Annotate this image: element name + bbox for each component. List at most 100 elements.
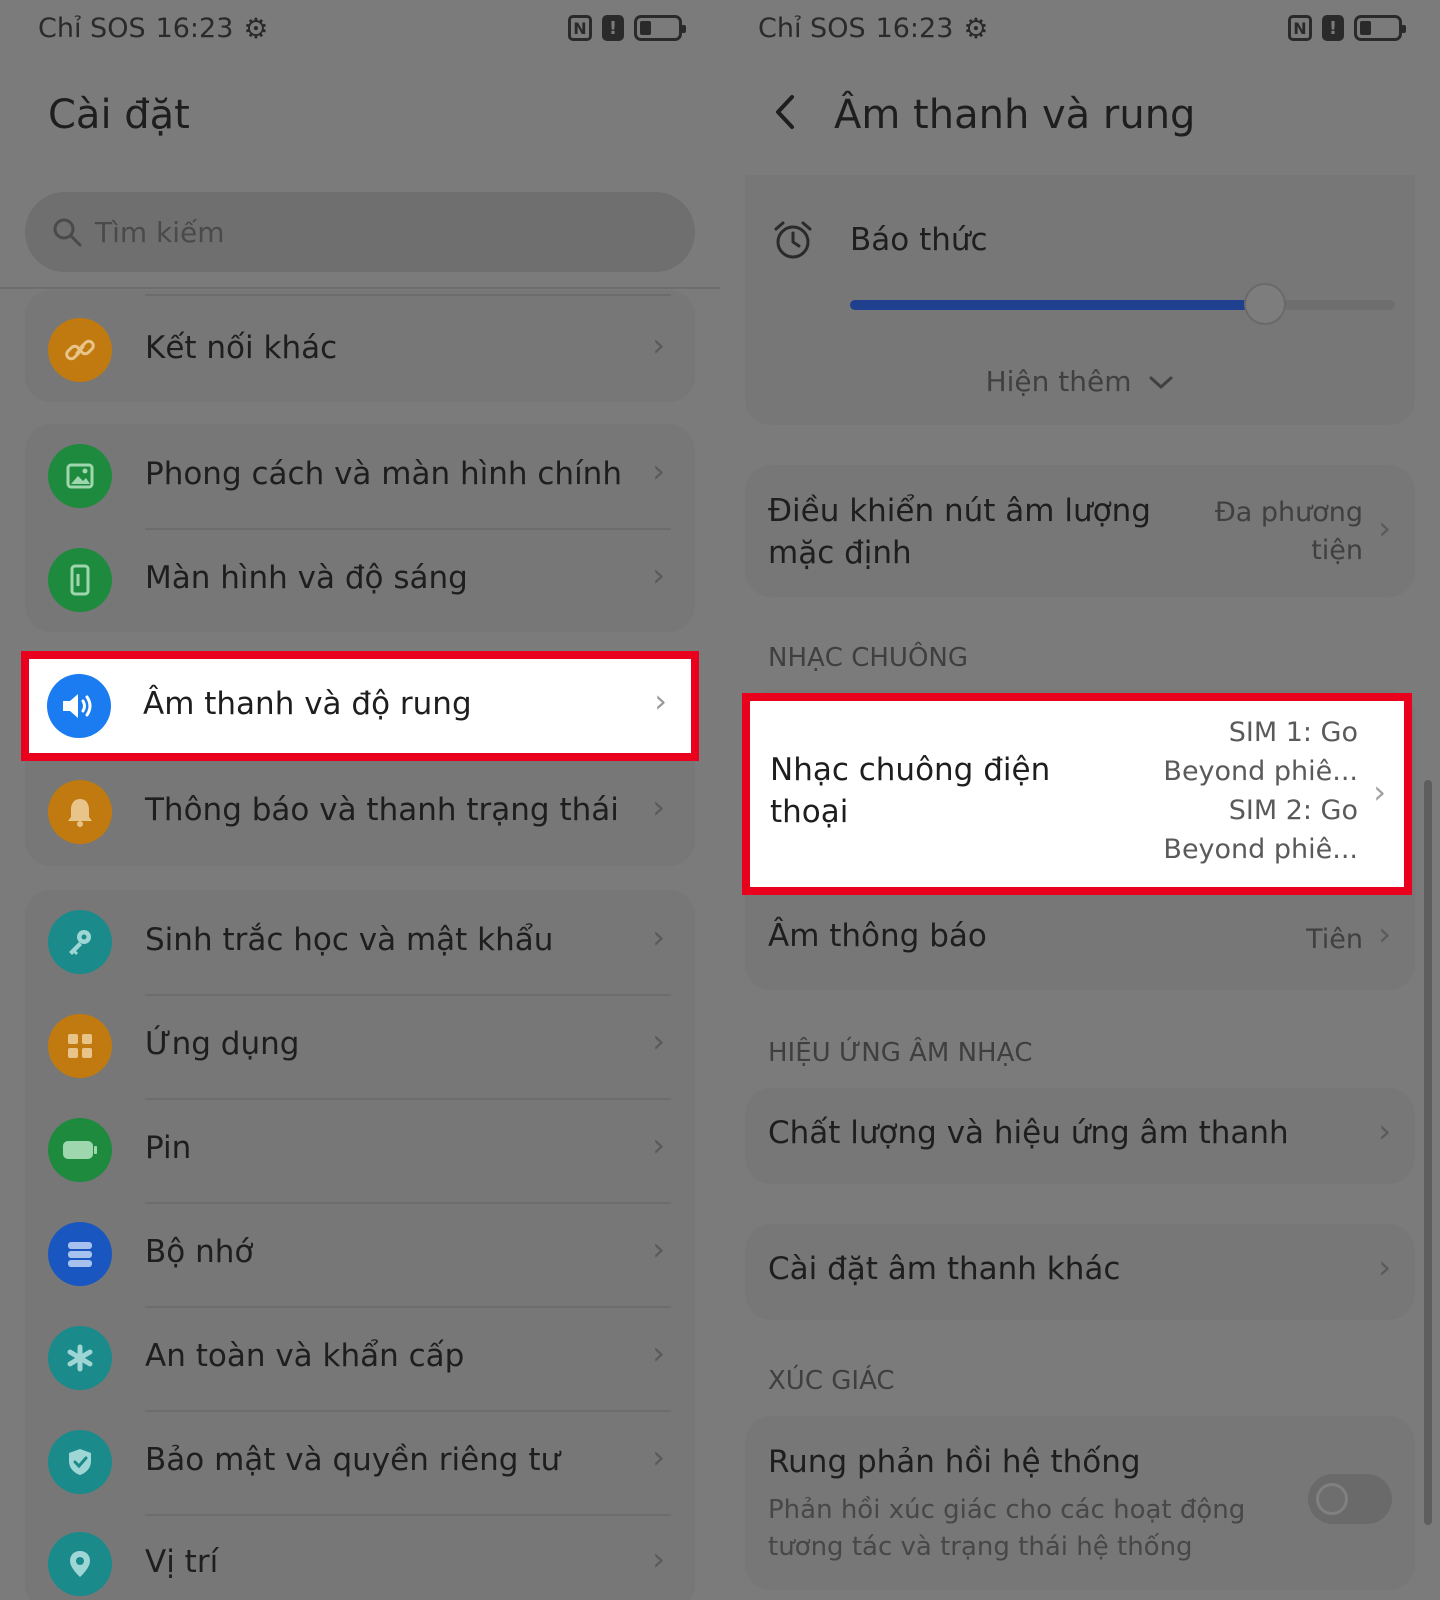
settings-card-connections: Kết nối khác › <box>25 290 695 402</box>
settings-item-label: Âm thanh và độ rung <box>143 686 472 722</box>
settings-item-label: Sinh trắc học và mật khẩu <box>145 922 554 958</box>
sound-quality-label: Chất lượng và hiệu ứng âm thanh <box>768 1115 1289 1151</box>
image-icon <box>48 444 112 508</box>
shield-icon <box>48 1430 112 1494</box>
ringtone-item[interactable]: Nhạc chuông điện thoại SIM 1: Go Beyond … <box>742 693 1412 895</box>
settings-item-style-home[interactable]: Phong cách và màn hình chính › <box>25 424 695 528</box>
chevron-down-icon <box>1149 376 1173 390</box>
chevron-right-icon: › <box>652 1334 665 1372</box>
alarm-volume-slider[interactable] <box>850 283 1395 325</box>
settings-item-notifications[interactable]: Thông báo và thanh trạng thái › <box>25 760 695 864</box>
toggle-knob <box>1316 1483 1348 1515</box>
volume-control-value: Đa phương tiện <box>1214 497 1363 566</box>
settings-pane: Chỉ SOS 16:23 ⚙ N ! Cài đặt Tìm kiếm Kết… <box>0 0 720 1600</box>
settings-item-biometrics[interactable]: Sinh trắc học và mật khẩu › <box>25 890 695 994</box>
settings-item-label: Thông báo và thanh trạng thái <box>145 792 619 828</box>
haptic-description: Phản hồi xúc giác cho các hoạt động tươn… <box>768 1495 1246 1562</box>
apps-grid-icon <box>48 1014 112 1078</box>
settings-item-label: Bộ nhớ <box>145 1234 254 1270</box>
time-text: 16:23 <box>875 12 954 44</box>
alarm-clock-icon <box>774 221 812 259</box>
battery-icon <box>634 15 686 41</box>
alert-icon: ! <box>602 15 624 41</box>
slider-thumb[interactable] <box>1244 283 1286 325</box>
phone-brightness-icon <box>48 548 112 612</box>
search-placeholder: Tìm kiếm <box>95 215 225 249</box>
chevron-right-icon: › <box>1373 773 1386 811</box>
settings-item-display-brightness[interactable]: Màn hình và độ sáng › <box>25 528 695 632</box>
settings-item-privacy[interactable]: Bảo mật và quyền riêng tư › <box>25 1410 695 1514</box>
volume-button-control-item[interactable]: Điều khiển nút âm lượng mặc định Đa phươ… <box>745 465 1415 597</box>
chevron-right-icon: › <box>652 1230 665 1268</box>
chevron-right-icon: › <box>1378 1112 1391 1150</box>
chevron-right-icon: › <box>652 788 665 826</box>
settings-item-safety[interactable]: An toàn và khẩn cấp › <box>25 1306 695 1410</box>
settings-item-sound-vibration[interactable]: Âm thanh và độ rung › <box>21 651 699 761</box>
chevron-right-icon: › <box>1378 1248 1391 1286</box>
search-input[interactable]: Tìm kiếm <box>25 192 695 272</box>
volume-control-label: Điều khiển nút âm lượng mặc định <box>768 493 1151 571</box>
settings-item-apps[interactable]: Ứng dụng › <box>25 994 695 1098</box>
notification-sound-item[interactable]: Âm thông báo Tiên › <box>745 888 1415 990</box>
settings-item-label: An toàn và khẩn cấp <box>145 1338 465 1374</box>
chevron-right-icon: › <box>652 1126 665 1164</box>
settings-item-storage[interactable]: Bộ nhớ › <box>25 1202 695 1306</box>
asterisk-icon <box>48 1326 112 1390</box>
show-more-button[interactable]: Hiện thêm <box>720 365 1440 398</box>
key-icon <box>48 910 112 974</box>
other-sound-settings-item[interactable]: Cài đặt âm thanh khác › <box>745 1224 1415 1320</box>
sound-quality-item[interactable]: Chất lượng và hiệu ứng âm thanh › <box>745 1088 1415 1184</box>
gear-icon: ⚙ <box>243 11 269 45</box>
settings-item-location[interactable]: Vị trí › <box>25 1514 695 1600</box>
link-icon <box>48 318 112 382</box>
settings-item-label: Kết nối khác <box>145 330 338 366</box>
settings-item-battery[interactable]: Pin › <box>25 1098 695 1202</box>
settings-item-other-connections[interactable]: Kết nối khác › <box>25 300 695 400</box>
gear-icon: ⚙ <box>963 11 989 45</box>
chevron-right-icon: › <box>652 556 665 594</box>
section-header-haptics: XÚC GIÁC <box>768 1366 895 1396</box>
show-more-label: Hiện thêm <box>985 365 1132 398</box>
chevron-right-icon: › <box>654 682 667 720</box>
status-bar: Chỉ SOS 16:23 ⚙ N ! <box>758 8 1406 48</box>
settings-item-label: Ứng dụng <box>145 1026 300 1062</box>
haptic-toggle[interactable] <box>1308 1474 1392 1524</box>
slider-fill <box>850 300 1266 310</box>
nfc-icon: N <box>568 15 592 41</box>
header-divider <box>0 287 720 289</box>
chevron-right-icon: › <box>1378 509 1391 547</box>
back-button[interactable] <box>772 92 798 143</box>
scrollbar[interactable] <box>1424 780 1432 1525</box>
chevron-right-icon: › <box>652 918 665 956</box>
chevron-right-icon: › <box>652 1022 665 1060</box>
storage-icon <box>48 1222 112 1286</box>
search-icon <box>53 218 82 247</box>
haptic-label: Rung phản hồi hệ thống <box>768 1444 1141 1480</box>
settings-item-label: Vị trí <box>145 1544 219 1580</box>
section-header-sound-effects: HIỆU ỨNG ÂM NHẠC <box>768 1038 1033 1068</box>
alarm-label: Báo thức <box>850 222 988 258</box>
carrier-text: Chỉ SOS <box>38 12 146 44</box>
time-text: 16:23 <box>155 12 234 44</box>
carrier-text: Chỉ SOS <box>758 12 866 44</box>
settings-item-label: Phong cách và màn hình chính <box>145 456 622 492</box>
battery-icon <box>48 1118 112 1182</box>
nfc-icon: N <box>1288 15 1312 41</box>
settings-card-display: Phong cách và màn hình chính › Màn hình … <box>25 424 695 632</box>
section-header-ringtone: NHẠC CHUÔNG <box>768 643 969 673</box>
settings-item-label: Bảo mật và quyền riêng tư <box>145 1442 561 1478</box>
chevron-left-icon <box>776 95 794 129</box>
battery-icon <box>1354 15 1406 41</box>
chevron-right-icon: › <box>652 452 665 490</box>
settings-card-system: Sinh trắc học và mật khẩu › Ứng dụng › P… <box>25 890 695 1600</box>
notification-sound-value: Tiên <box>1306 924 1363 955</box>
chevron-right-icon: › <box>1378 915 1391 953</box>
settings-item-label: Màn hình và độ sáng <box>145 560 468 596</box>
settings-item-label: Pin <box>145 1130 192 1166</box>
chevron-right-icon: › <box>652 326 665 364</box>
page-title: Cài đặt <box>48 92 190 138</box>
location-pin-icon <box>48 1532 112 1596</box>
chevron-right-icon: › <box>652 1438 665 1476</box>
ringtone-value: SIM 1: Go Beyond phiê... SIM 2: Go Beyon… <box>1163 717 1358 865</box>
ringtone-label: Nhạc chuông điện thoại <box>770 752 1051 830</box>
